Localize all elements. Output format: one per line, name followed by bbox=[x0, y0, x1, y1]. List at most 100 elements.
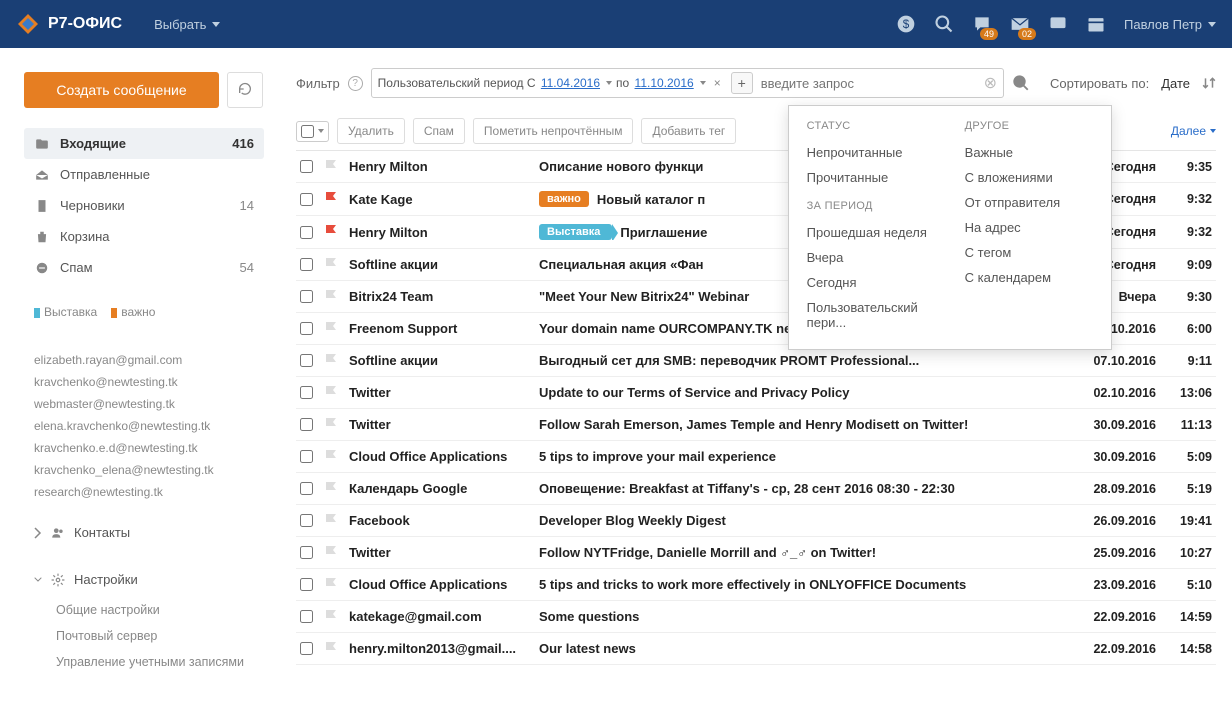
settings-sub-item[interactable]: Управление учетными записями bbox=[56, 649, 264, 675]
flag-icon[interactable] bbox=[325, 514, 337, 528]
date-to-link[interactable]: 11.10.2016 bbox=[635, 76, 694, 90]
folder-item-0[interactable]: Входящие416 bbox=[24, 128, 264, 159]
dropdown-item[interactable]: Важные bbox=[965, 140, 1093, 165]
flag-icon[interactable] bbox=[325, 418, 337, 432]
brand-logo[interactable]: Р7-ОФИС bbox=[16, 12, 122, 36]
flag-icon[interactable] bbox=[325, 258, 337, 272]
filter-input[interactable] bbox=[761, 76, 984, 91]
mail-row[interactable]: henry.milton2013@gmail.... Our latest ne… bbox=[296, 633, 1216, 665]
folder-item-4[interactable]: Спам54 bbox=[24, 252, 264, 283]
dropdown-item[interactable]: С календарем bbox=[965, 265, 1093, 290]
flag-icon[interactable] bbox=[325, 610, 337, 624]
dropdown-item[interactable]: С вложениями bbox=[965, 165, 1093, 190]
compose-button[interactable]: Создать сообщение bbox=[24, 72, 219, 108]
dropdown-item[interactable]: Вчера bbox=[807, 245, 935, 270]
dropdown-item[interactable]: Непрочитанные bbox=[807, 140, 935, 165]
dropdown-item[interactable]: Прошедшая неделя bbox=[807, 220, 935, 245]
flag-icon[interactable] bbox=[325, 225, 337, 239]
flag-icon[interactable] bbox=[325, 322, 337, 336]
mail-checkbox[interactable] bbox=[300, 546, 313, 559]
select-menu[interactable]: Выбрать bbox=[154, 17, 220, 32]
flag-icon[interactable] bbox=[325, 546, 337, 560]
flag-icon[interactable] bbox=[325, 642, 337, 656]
flag-icon[interactable] bbox=[325, 386, 337, 400]
account-item[interactable]: elizabeth.rayan@gmail.com bbox=[34, 349, 254, 371]
user-menu[interactable]: Павлов Петр bbox=[1124, 17, 1216, 32]
mail-checkbox[interactable] bbox=[300, 482, 313, 495]
date-from-link[interactable]: 11.04.2016 bbox=[541, 76, 600, 90]
delete-button[interactable]: Удалить bbox=[337, 118, 405, 144]
account-item[interactable]: kravchenko_elena@newtesting.tk bbox=[34, 459, 254, 481]
contacts-section[interactable]: Контакты bbox=[24, 515, 264, 550]
mail-row[interactable]: katekage@gmail.com Some questions 22.09.… bbox=[296, 601, 1216, 633]
folder-item-3[interactable]: Корзина bbox=[24, 221, 264, 252]
mail-row[interactable]: Twitter Follow NYTFridge, Danielle Morri… bbox=[296, 537, 1216, 569]
mail-checkbox[interactable] bbox=[300, 386, 313, 399]
account-item[interactable]: webmaster@newtesting.tk bbox=[34, 393, 254, 415]
currency-icon[interactable]: $ bbox=[896, 14, 916, 34]
calendar-icon[interactable] bbox=[1086, 14, 1106, 34]
mail-checkbox[interactable] bbox=[300, 354, 313, 367]
search-icon[interactable] bbox=[1012, 74, 1030, 92]
mail-checkbox[interactable] bbox=[300, 322, 313, 335]
account-item[interactable]: kravchenko.e.d@newtesting.tk bbox=[34, 437, 254, 459]
add-filter-button[interactable]: + bbox=[731, 72, 753, 94]
search-icon[interactable] bbox=[934, 14, 954, 34]
mail-checkbox[interactable] bbox=[300, 226, 313, 239]
tag-label[interactable]: Выставка bbox=[44, 305, 97, 319]
mail-checkbox[interactable] bbox=[300, 193, 313, 206]
dropdown-item[interactable]: На адрес bbox=[965, 215, 1093, 240]
mail-checkbox[interactable] bbox=[300, 160, 313, 173]
mail-icon[interactable]: 02 bbox=[1010, 14, 1030, 34]
dropdown-item[interactable]: Прочитанные bbox=[807, 165, 935, 190]
settings-section[interactable]: Настройки bbox=[24, 562, 264, 597]
add-tag-button[interactable]: Добавить тег bbox=[641, 118, 736, 144]
filter-chip[interactable]: Пользовательский период С 11.04.2016 по … bbox=[378, 76, 725, 90]
flag-icon[interactable] bbox=[325, 578, 337, 592]
sort-direction-icon[interactable] bbox=[1202, 76, 1216, 90]
chevron-down-icon[interactable] bbox=[700, 81, 706, 85]
mail-checkbox[interactable] bbox=[300, 450, 313, 463]
mail-row[interactable]: Twitter Update to our Terms of Service a… bbox=[296, 377, 1216, 409]
mail-checkbox[interactable] bbox=[300, 258, 313, 271]
flag-icon[interactable] bbox=[325, 192, 337, 206]
folder-item-1[interactable]: Отправленные bbox=[24, 159, 264, 190]
more-link[interactable]: Далее bbox=[1171, 124, 1216, 138]
mail-checkbox[interactable] bbox=[300, 290, 313, 303]
dropdown-item[interactable]: От отправителя bbox=[965, 190, 1093, 215]
flag-icon[interactable] bbox=[325, 290, 337, 304]
refresh-button[interactable] bbox=[227, 72, 263, 108]
mark-unread-button[interactable]: Пометить непрочтённым bbox=[473, 118, 634, 144]
select-all-checkbox[interactable] bbox=[296, 121, 329, 142]
flag-icon[interactable] bbox=[325, 482, 337, 496]
mail-checkbox[interactable] bbox=[300, 578, 313, 591]
mail-checkbox[interactable] bbox=[300, 610, 313, 623]
mail-checkbox[interactable] bbox=[300, 514, 313, 527]
settings-sub-item[interactable]: Общие настройки bbox=[56, 597, 264, 623]
folder-item-2[interactable]: Черновики14 bbox=[24, 190, 264, 221]
filter-box[interactable]: Пользовательский период С 11.04.2016 по … bbox=[371, 68, 1004, 98]
flag-icon[interactable] bbox=[325, 160, 337, 174]
mail-checkbox[interactable] bbox=[300, 642, 313, 655]
chip-remove[interactable]: × bbox=[714, 76, 721, 90]
mail-checkbox[interactable] bbox=[300, 418, 313, 431]
dropdown-item[interactable]: С тегом bbox=[965, 240, 1093, 265]
tag-label[interactable]: важно bbox=[121, 305, 155, 319]
flag-icon[interactable] bbox=[325, 450, 337, 464]
talk-icon[interactable]: 49 bbox=[972, 14, 992, 34]
flag-icon[interactable] bbox=[325, 354, 337, 368]
chevron-down-icon[interactable] bbox=[606, 81, 612, 85]
dropdown-item[interactable]: Сегодня bbox=[807, 270, 935, 295]
mail-row[interactable]: Cloud Office Applications 5 tips and tri… bbox=[296, 569, 1216, 601]
spam-button[interactable]: Спам bbox=[413, 118, 465, 144]
clear-filter-icon[interactable]: ⊗ bbox=[984, 73, 997, 93]
mail-row[interactable]: Twitter Follow Sarah Emerson, James Temp… bbox=[296, 409, 1216, 441]
help-icon[interactable]: ? bbox=[348, 76, 363, 91]
settings-sub-item[interactable]: Почтовый сервер bbox=[56, 623, 264, 649]
sort-value[interactable]: Дате bbox=[1161, 76, 1190, 91]
mail-row[interactable]: Cloud Office Applications 5 tips to impr… bbox=[296, 441, 1216, 473]
chat-icon[interactable] bbox=[1048, 14, 1068, 34]
account-item[interactable]: kravchenko@newtesting.tk bbox=[34, 371, 254, 393]
mail-row[interactable]: Календарь Google Оповещение: Breakfast a… bbox=[296, 473, 1216, 505]
account-item[interactable]: elena.kravchenko@newtesting.tk bbox=[34, 415, 254, 437]
